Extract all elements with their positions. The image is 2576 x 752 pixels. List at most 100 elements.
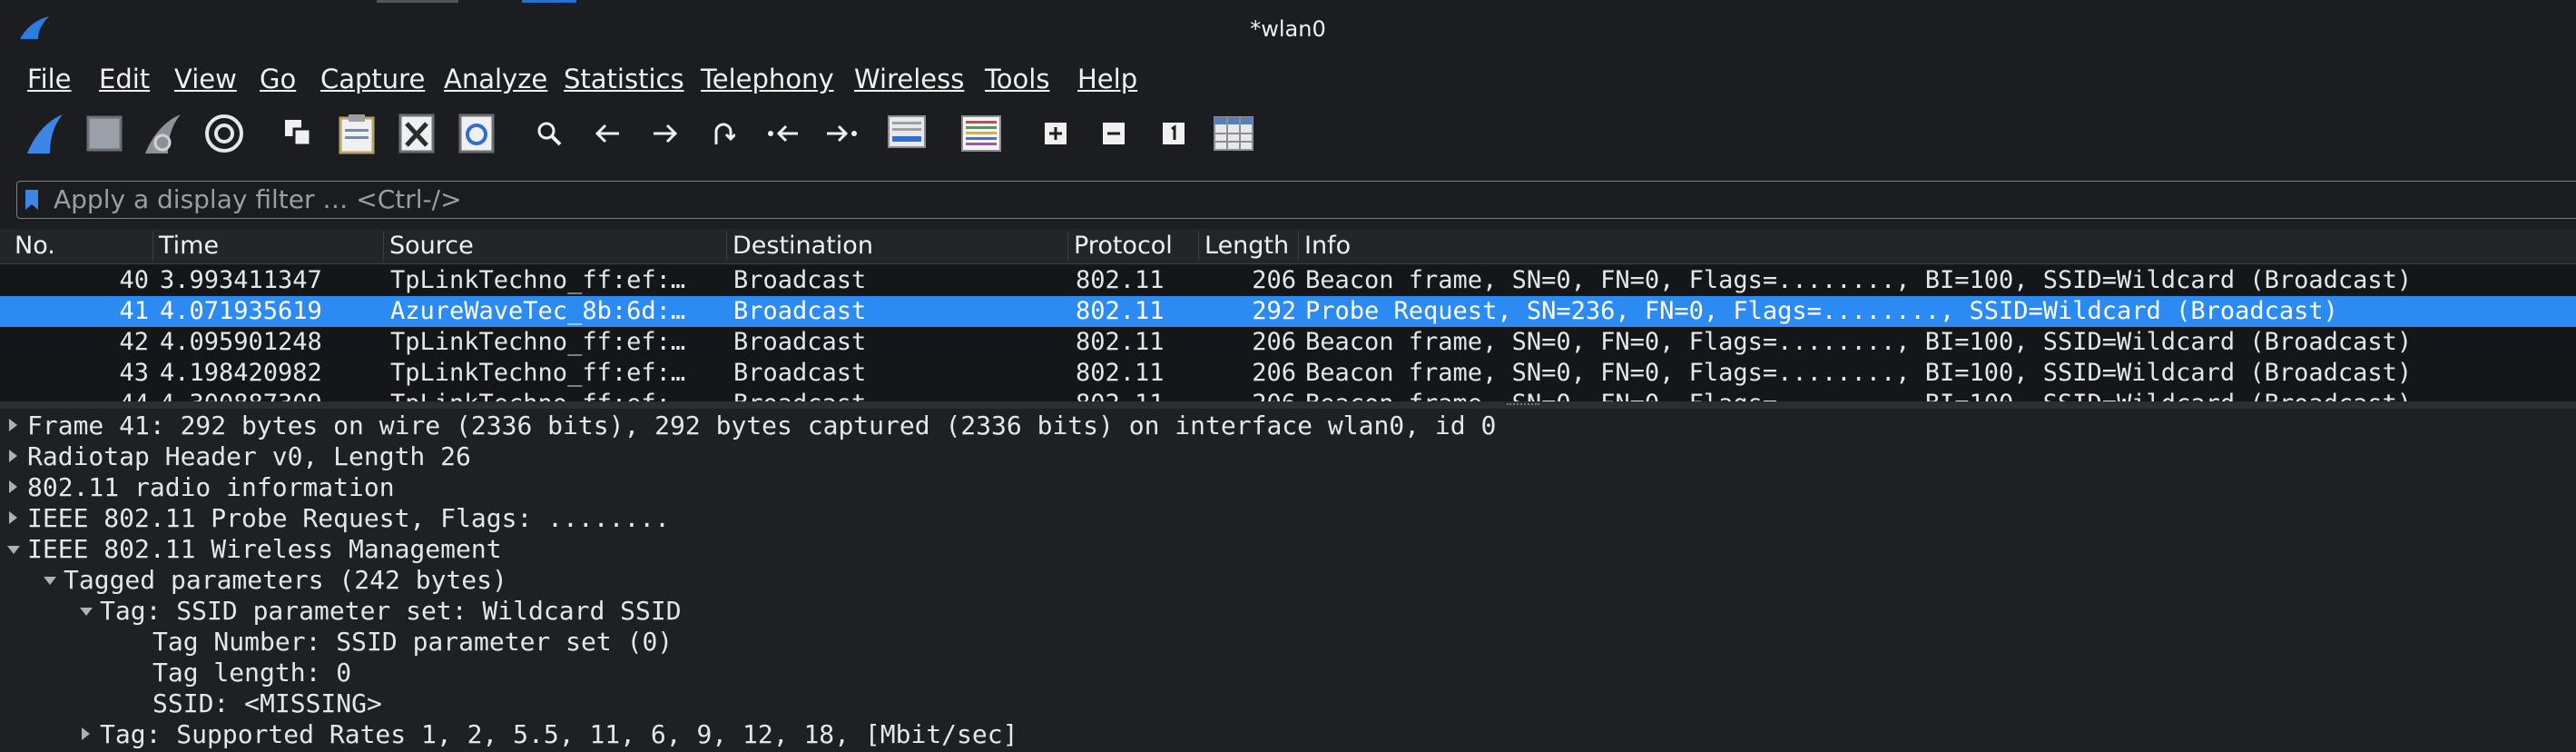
packet-cell-protocol: 802.11 bbox=[1076, 359, 1165, 387]
column-header-destination[interactable]: Destination bbox=[726, 232, 1069, 261]
column-header-info[interactable]: Info bbox=[1298, 232, 2576, 261]
packet-cell-length: 206 bbox=[1252, 359, 1296, 387]
packet-details: Frame 41: 292 bytes on wire (2336 bits),… bbox=[0, 409, 2576, 752]
column-header-source[interactable]: Source bbox=[383, 232, 728, 261]
column-header-length[interactable]: Length bbox=[1198, 232, 1300, 261]
title-bar: *wlan0 bbox=[0, 0, 2576, 60]
expanded-arrow-icon[interactable] bbox=[80, 608, 93, 616]
resize-columns-icon bbox=[1213, 115, 1254, 152]
packet-cell-no: 42 bbox=[119, 328, 149, 356]
go-back-button[interactable] bbox=[583, 109, 632, 158]
go-last-button[interactable] bbox=[817, 109, 866, 158]
find-packet-button[interactable] bbox=[525, 109, 574, 158]
auto-scroll-button[interactable] bbox=[882, 109, 931, 158]
menu-help[interactable]: Help bbox=[1077, 64, 1137, 94]
packet-cell-length: 206 bbox=[1252, 328, 1296, 356]
normal-size-icon bbox=[1162, 122, 1185, 145]
auto-scroll-icon bbox=[887, 114, 927, 153]
filter-bookmark-icon[interactable] bbox=[25, 189, 39, 211]
zoom-out-icon bbox=[1102, 122, 1126, 145]
packet-cell-destination: Broadcast bbox=[733, 297, 867, 325]
packet-cell-no: 43 bbox=[119, 359, 149, 387]
capture-options-button[interactable] bbox=[200, 109, 249, 158]
save-file-icon bbox=[338, 113, 376, 154]
detail-text: Radiotap Header v0, Length 26 bbox=[27, 441, 471, 471]
packet-cell-length: 292 bbox=[1252, 297, 1296, 325]
colorize-button[interactable] bbox=[957, 109, 1006, 158]
go-back-icon bbox=[594, 123, 621, 144]
packet-cell-time: 3.993411347 bbox=[160, 266, 322, 294]
menu-label: Telephony bbox=[701, 64, 834, 94]
packet-cell-destination: Broadcast bbox=[733, 359, 867, 387]
packet-row[interactable]: 44 4.300887309TpLinkTechno_ff:ef:… Broadca… bbox=[0, 389, 2576, 401]
go-last-icon bbox=[825, 123, 858, 144]
packet-cell-protocol: 802.11 bbox=[1076, 390, 1198, 401]
menu-file[interactable]: File bbox=[27, 64, 72, 94]
capture-options-icon bbox=[202, 112, 246, 155]
detail-text: 802.11 radio information bbox=[27, 472, 395, 502]
collapsed-arrow-icon[interactable] bbox=[9, 419, 17, 431]
collapsed-arrow-icon[interactable] bbox=[9, 511, 17, 524]
menu-analyze[interactable]: Analyze bbox=[444, 64, 547, 94]
menu-telephony[interactable]: Telephony bbox=[701, 64, 834, 94]
display-filter-input[interactable] bbox=[54, 183, 2504, 214]
zoom-out-button[interactable] bbox=[1089, 109, 1138, 158]
start-capture-button[interactable] bbox=[20, 109, 69, 158]
detail-text: Tag Number: SSID parameter set (0) bbox=[152, 627, 673, 657]
packet-cell-protocol: 802.11 bbox=[1076, 328, 1165, 356]
packet-cell-destination: Broadcast bbox=[733, 328, 867, 356]
close-file-button[interactable] bbox=[392, 109, 441, 158]
start-capture-icon bbox=[25, 112, 64, 155]
detail-text: IEEE 802.11 Wireless Management bbox=[27, 534, 502, 564]
expanded-arrow-icon[interactable] bbox=[7, 546, 20, 554]
menu-tools[interactable]: Tools bbox=[985, 64, 1049, 94]
packet-row[interactable]: 41 4.071935619 AzureWaveTec_8b:6d:… Broadca… bbox=[0, 296, 2576, 327]
save-file-button[interactable] bbox=[332, 109, 381, 158]
zoom-in-button[interactable] bbox=[1031, 109, 1080, 158]
packet-cell-info: Probe Request, SN=236, FN=0, Flags=.....… bbox=[1305, 297, 2338, 325]
column-header-time[interactable]: Time bbox=[152, 232, 383, 261]
open-file-button[interactable] bbox=[274, 109, 323, 158]
packet-cell-length: 206 bbox=[1198, 390, 1296, 401]
packet-cell-source: TpLinkTechno_ff:ef:… bbox=[390, 328, 686, 356]
packet-cell-destination: Broadcast bbox=[733, 266, 867, 294]
restart-capture-icon bbox=[143, 112, 182, 155]
menu-statistics[interactable]: Statistics bbox=[564, 64, 684, 94]
collapsed-arrow-icon[interactable] bbox=[9, 480, 17, 493]
packet-cell-source: AzureWaveTec_8b:6d:… bbox=[390, 297, 686, 325]
menu-wireless[interactable]: Wireless bbox=[854, 64, 964, 94]
menu-label: Go bbox=[260, 64, 297, 94]
column-header-protocol[interactable]: Protocol bbox=[1067, 232, 1200, 261]
normal-size-button[interactable] bbox=[1149, 109, 1198, 158]
packet-row[interactable]: 42 4.095901248 TpLinkTechno_ff:ef:… Broadca… bbox=[0, 327, 2576, 358]
resize-columns-button[interactable] bbox=[1209, 109, 1258, 158]
window-title: *wlan0 bbox=[1250, 16, 1326, 42]
column-header-no[interactable]: No. bbox=[9, 232, 154, 261]
go-forward-button[interactable] bbox=[641, 109, 690, 158]
display-filter-bar bbox=[0, 169, 2576, 229]
packet-cell-destination: Broadcast bbox=[733, 390, 1069, 401]
menu-edit[interactable]: Edit bbox=[99, 64, 150, 94]
menu-capture[interactable]: Capture bbox=[320, 64, 425, 94]
packet-row[interactable]: 40 3.993411347 TpLinkTechno_ff:ef:… Broadca… bbox=[0, 265, 2576, 296]
menu-go[interactable]: Go bbox=[260, 64, 296, 94]
go-to-packet-icon bbox=[712, 121, 735, 146]
expanded-arrow-icon[interactable] bbox=[44, 577, 56, 585]
go-to-packet-button[interactable] bbox=[699, 109, 748, 158]
packet-cell-info: Beacon frame, SN=0, FN=0, Flags=........… bbox=[1305, 359, 2413, 387]
menu-view[interactable]: View bbox=[174, 64, 237, 94]
find-packet-icon bbox=[536, 120, 563, 147]
packet-row[interactable]: 43 4.198420982 TpLinkTechno_ff:ef:… Broadca… bbox=[0, 358, 2576, 389]
menu-label: Capture bbox=[320, 64, 426, 94]
packet-cell-info: Beacon frame, SN=0, FN=0, Flags=........… bbox=[1305, 266, 2413, 294]
collapsed-arrow-icon[interactable] bbox=[82, 727, 90, 740]
stop-capture-button[interactable] bbox=[80, 109, 129, 158]
restart-capture-button[interactable] bbox=[138, 109, 187, 158]
menu-bar: File Edit View Go Capture Analyze Statis… bbox=[0, 60, 2576, 100]
collapsed-arrow-icon[interactable] bbox=[9, 450, 17, 462]
pane-splitter[interactable] bbox=[0, 401, 2576, 409]
title-bar-decoration bbox=[522, 0, 576, 3]
reload-file-button[interactable] bbox=[452, 109, 501, 158]
go-first-button[interactable] bbox=[759, 109, 808, 158]
stop-capture-icon bbox=[86, 115, 123, 152]
